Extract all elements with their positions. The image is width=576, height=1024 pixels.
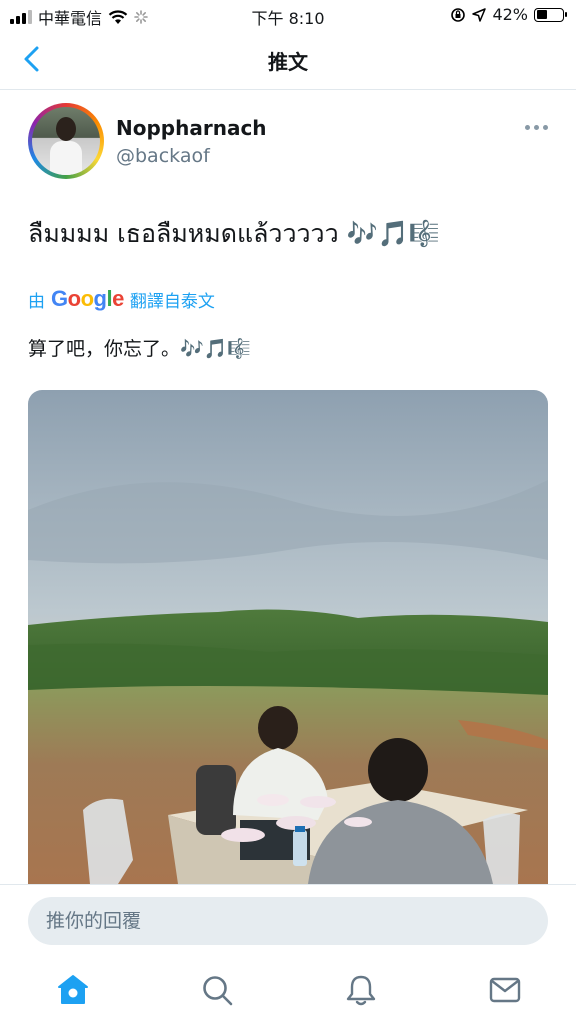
tab-bar bbox=[0, 956, 576, 1024]
tab-home[interactable] bbox=[55, 972, 91, 1008]
google-logo: Google bbox=[51, 286, 124, 312]
tab-messages[interactable] bbox=[487, 972, 523, 1008]
location-icon bbox=[472, 7, 487, 22]
google-logo-letter: G bbox=[51, 286, 68, 311]
battery-icon bbox=[534, 7, 567, 22]
battery-percent: 42% bbox=[492, 5, 528, 24]
google-logo-letter: e bbox=[112, 286, 124, 311]
google-logo-letter: o bbox=[80, 286, 94, 311]
translation-attribution[interactable]: 由 Google 翻譯自泰文 bbox=[28, 286, 215, 312]
google-logo-letter: o bbox=[67, 286, 81, 311]
tweet-photo[interactable] bbox=[28, 390, 548, 884]
search-icon bbox=[203, 976, 233, 1006]
google-logo-letter: g bbox=[93, 286, 107, 311]
more-dot bbox=[533, 124, 539, 130]
avatar[interactable] bbox=[28, 103, 104, 179]
photo-scene bbox=[28, 390, 548, 884]
notifications-icon bbox=[346, 975, 376, 1006]
avatar-photo bbox=[32, 107, 100, 175]
tab-search[interactable] bbox=[199, 972, 235, 1008]
status-bar: 中華電信 下午 8:10 42% bbox=[0, 0, 576, 30]
nav-header: 推文 bbox=[0, 30, 576, 90]
messages-icon bbox=[489, 977, 521, 1003]
translation-by: 由 bbox=[28, 291, 45, 312]
author-display-name[interactable]: Noppharnach bbox=[116, 116, 267, 140]
more-dot bbox=[542, 124, 548, 130]
author-username[interactable]: @backaof bbox=[116, 145, 210, 167]
translation-source-label: 翻譯自泰文 bbox=[129, 291, 215, 312]
reply-input[interactable] bbox=[28, 897, 548, 945]
home-icon bbox=[58, 975, 88, 1004]
more-options-button[interactable] bbox=[522, 118, 550, 136]
page-title: 推文 bbox=[268, 50, 308, 74]
translated-text: 算了吧，你忘了。🎶🎵🎼 bbox=[28, 338, 251, 360]
tweet-text: ลืมมมม เธอลืมหมดแล้ววววว 🎶🎵🎼 bbox=[28, 219, 440, 248]
status-right: 42% bbox=[450, 5, 567, 24]
more-horizontal-icon bbox=[524, 124, 530, 130]
orientation-lock-icon bbox=[451, 7, 466, 22]
reply-bar bbox=[0, 884, 576, 956]
tab-notifications[interactable] bbox=[343, 972, 379, 1008]
battery-level-fill bbox=[536, 10, 547, 19]
